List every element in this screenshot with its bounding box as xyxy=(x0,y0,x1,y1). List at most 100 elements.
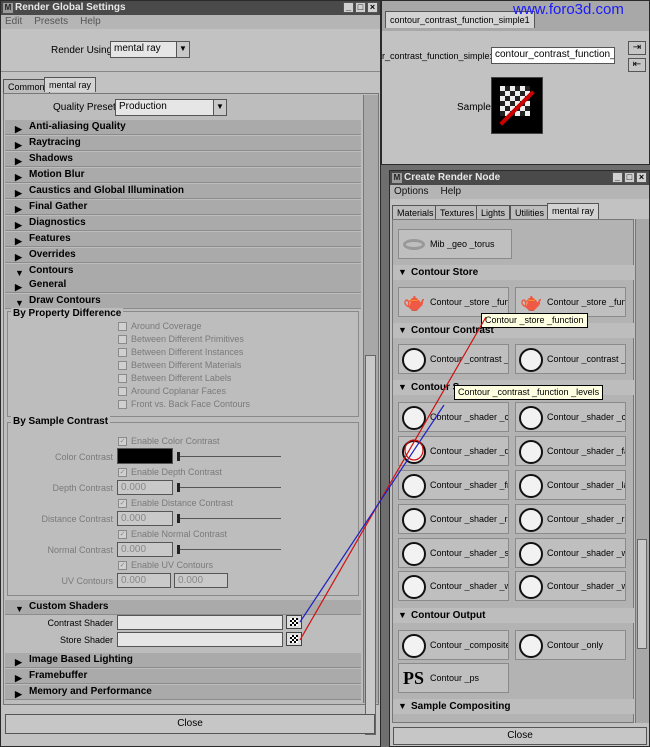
uv-contours-field-1[interactable]: 0.000 xyxy=(117,573,171,588)
node-contour-shader[interactable]: Contour _shader _wid xyxy=(398,571,509,601)
focus-input-icon[interactable]: ⇥ xyxy=(628,41,646,55)
checkbox-coplanar-faces[interactable] xyxy=(118,387,127,396)
node-contour-shader[interactable]: Contour _shader _lay xyxy=(515,470,626,500)
node-mib-geo-torus[interactable]: Mib _geo _torus xyxy=(398,229,512,259)
frame-features[interactable]: ▶ Features xyxy=(5,232,361,247)
minimize-button[interactable]: _ xyxy=(612,172,623,183)
store-shader-map-button[interactable] xyxy=(286,632,302,646)
node-contour-shader[interactable]: Contour _shader _wid xyxy=(515,571,626,601)
tab-mental-ray[interactable]: mental ray xyxy=(44,77,97,92)
checkbox-enable-uv-contours[interactable]: ✓ xyxy=(118,561,127,570)
node-contour-shader[interactable]: Contour _shader _fra xyxy=(398,470,509,500)
tab-mental-ray[interactable]: mental ray xyxy=(547,203,600,220)
quality-presets-dropdown[interactable]: Production ▼ xyxy=(115,99,227,116)
checkbox-enable-color-contrast[interactable]: ✓ xyxy=(118,437,127,446)
color-contrast-swatch[interactable] xyxy=(117,448,173,464)
distance-contrast-field[interactable]: 0.000 xyxy=(117,511,173,526)
node-contour-ps[interactable]: PS Contour _ps xyxy=(398,663,509,693)
crn-scrollbar[interactable] xyxy=(635,219,649,723)
contrast-shader-map-button[interactable] xyxy=(286,615,302,629)
node-contour-shader[interactable]: Contour _shader _co xyxy=(398,402,509,432)
uv-contours-field-2[interactable]: 0.000 xyxy=(174,573,228,588)
slider-handle[interactable] xyxy=(177,452,180,461)
node-contour-only[interactable]: Contour _only xyxy=(515,630,626,660)
node-contour-shader[interactable]: Contour _shader _sin xyxy=(398,538,509,568)
slider-handle[interactable] xyxy=(177,483,180,492)
crn-scrollbar-thumb[interactable] xyxy=(637,539,647,649)
section-contour-store[interactable]: ▼ Contour Store xyxy=(393,265,649,280)
tab-common[interactable]: Common xyxy=(3,79,50,94)
checkbox-front-back-face[interactable] xyxy=(118,400,127,409)
checkbox-around-coverage[interactable] xyxy=(118,322,127,331)
normal-contrast-field[interactable]: 0.000 xyxy=(117,542,173,557)
crn-titlebar[interactable]: M Create Render Node _ □ × xyxy=(390,171,649,185)
frame-custom-shaders[interactable]: ▼ Custom Shaders xyxy=(5,600,361,615)
slider-handle[interactable] xyxy=(177,545,180,554)
frame-caustics[interactable]: ▶ Caustics and Global Illumination xyxy=(5,184,361,199)
menu-help[interactable]: Help xyxy=(440,185,461,199)
tab-textures[interactable]: Textures xyxy=(435,205,480,220)
menu-options[interactable]: Options xyxy=(394,185,428,199)
focus-output-icon[interactable]: ⇤ xyxy=(628,58,646,72)
slider-handle[interactable] xyxy=(177,514,180,523)
node-label: Contour _shader _fac xyxy=(547,446,625,456)
maximize-button[interactable]: □ xyxy=(355,2,366,13)
checkbox-enable-distance-contrast[interactable]: ✓ xyxy=(118,499,127,508)
render-using-dropdown[interactable]: mental ray ▼ xyxy=(110,41,190,58)
normal-contrast-slider[interactable] xyxy=(177,549,281,550)
sphere-icon xyxy=(519,440,543,464)
frame-raytracing[interactable]: ▶ Raytracing xyxy=(5,136,361,151)
rgs-close-button[interactable]: Close xyxy=(5,714,375,734)
node-contour-contrast-2[interactable]: Contour _contrast _fu xyxy=(515,344,626,374)
tab-lights[interactable]: Lights xyxy=(476,205,511,220)
section-sample-compositing[interactable]: ▼ Sample Compositing xyxy=(393,699,649,714)
tab-utilities[interactable]: Utilities xyxy=(510,205,550,220)
checkbox-different-instances[interactable] xyxy=(118,348,127,357)
depth-contrast-field[interactable]: 0.000 xyxy=(117,480,173,495)
node-contour-shader[interactable]: Contour _shader _ran xyxy=(515,504,626,534)
node-contour-shader[interactable]: Contour _shader _ran xyxy=(398,504,509,534)
checkbox-different-labels[interactable] xyxy=(118,374,127,383)
node-contour-shader[interactable]: Contour _shader _de xyxy=(398,436,509,466)
checkbox-different-materials[interactable] xyxy=(118,361,127,370)
node-contour-contrast-1[interactable]: Contour _contrast _fu xyxy=(398,344,509,374)
menu-edit[interactable]: Edit xyxy=(5,15,22,29)
node-contour-composite[interactable]: Contour _composite xyxy=(398,630,509,660)
tab-materials[interactable]: Materials xyxy=(392,205,439,220)
contrast-shader-field[interactable] xyxy=(117,615,283,630)
crn-close-button[interactable]: Close xyxy=(393,727,647,745)
rgs-scrollbar[interactable] xyxy=(363,95,378,735)
close-window-button[interactable]: × xyxy=(367,2,378,13)
node-contour-shader[interactable]: Contour _shader _fac xyxy=(515,436,626,466)
frame-image-based-lighting[interactable]: ▶ Image Based Lighting xyxy=(5,653,361,668)
node-name-field[interactable]: contour_contrast_function_simp xyxy=(491,47,615,64)
frame-memory-performance[interactable]: ▶ Memory and Performance xyxy=(5,685,361,700)
section-contour-output[interactable]: ▼ Contour Output xyxy=(393,608,649,623)
frame-contours[interactable]: ▼ Contours xyxy=(5,264,361,279)
minimize-button[interactable]: _ xyxy=(343,2,354,13)
frame-draw-contours[interactable]: ▼ Draw Contours xyxy=(5,294,361,309)
frame-final-gather[interactable]: ▶ Final Gather xyxy=(5,200,361,215)
distance-contrast-slider[interactable] xyxy=(177,518,281,519)
frame-overrides[interactable]: ▶ Overrides xyxy=(5,248,361,263)
frame-shadows[interactable]: ▶ Shadows xyxy=(5,152,361,167)
node-contour-shader[interactable]: Contour _shader _cu xyxy=(515,402,626,432)
depth-contrast-slider[interactable] xyxy=(177,487,281,488)
frame-motion-blur[interactable]: ▶ Motion Blur xyxy=(5,168,361,183)
menu-presets[interactable]: Presets xyxy=(34,15,68,29)
frame-general[interactable]: ▶ General xyxy=(5,278,361,293)
checkbox-enable-depth-contrast[interactable]: ✓ xyxy=(118,468,127,477)
node-contour-shader[interactable]: Contour _shader _wid xyxy=(515,538,626,568)
rgs-titlebar[interactable]: M Render Global Settings _ □ × xyxy=(1,1,380,15)
color-contrast-slider[interactable] xyxy=(177,456,281,457)
frame-anti-aliasing[interactable]: ▶ Anti-aliasing Quality xyxy=(5,120,361,135)
store-shader-field[interactable] xyxy=(117,632,283,647)
frame-diagnostics[interactable]: ▶ Diagnostics xyxy=(5,216,361,231)
checkbox-enable-normal-contrast[interactable]: ✓ xyxy=(118,530,127,539)
menu-help[interactable]: Help xyxy=(80,15,101,29)
close-window-button[interactable]: × xyxy=(636,172,647,183)
rgs-scrollbar-thumb[interactable] xyxy=(365,355,376,735)
maximize-button[interactable]: □ xyxy=(624,172,635,183)
frame-framebuffer[interactable]: ▶ Framebuffer xyxy=(5,669,361,684)
checkbox-different-primitives[interactable] xyxy=(118,335,127,344)
